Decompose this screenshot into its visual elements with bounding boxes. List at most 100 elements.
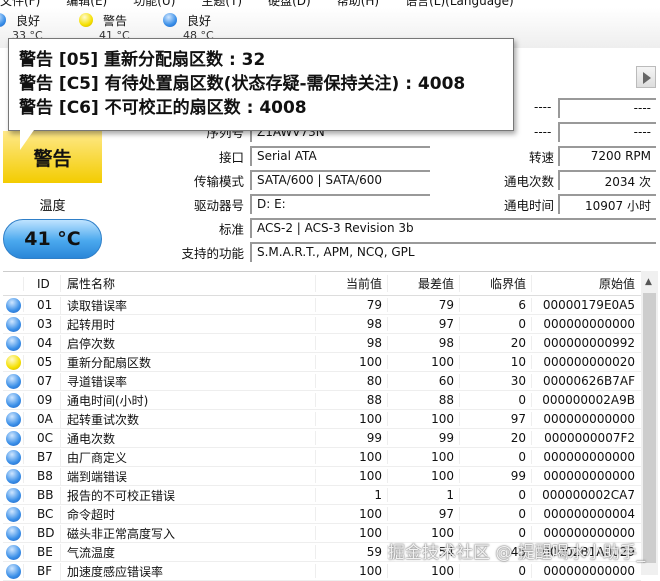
temperature-badge: 41 °C [3, 219, 102, 259]
menu-language[interactable]: 语言(L)(Language) [405, 0, 514, 8]
drive-status: 警告 [103, 14, 128, 28]
status-dot-icon [0, 13, 6, 27]
status-dot-icon [3, 335, 23, 351]
cell-worst: 100 [387, 355, 459, 369]
cell-thr: 6 [459, 298, 531, 312]
cell-thr: 0 [459, 564, 531, 578]
cell-id: 0A [23, 412, 60, 426]
features-value: S.M.A.R.T., APM, NCQ, GPL [250, 242, 656, 262]
cell-id: 09 [23, 393, 60, 407]
table-scrollbar[interactable]: ▲ [641, 271, 658, 575]
power-count-value: 2034 次 [558, 170, 656, 190]
cell-cur: 99 [315, 431, 387, 445]
cell-worst: 100 [387, 450, 459, 464]
cell-thr: 0 [459, 507, 531, 521]
cell-name: 起转用时 [60, 315, 315, 333]
cell-thr: 0 [459, 393, 531, 407]
cell-id: B7 [23, 450, 60, 464]
header-worst[interactable]: 最差值 [387, 275, 459, 292]
table-row[interactable]: 01 读取错误率 79 79 6 00000179E0A5 [3, 296, 641, 315]
cell-id: BB [23, 488, 60, 502]
header-threshold[interactable]: 临界值 [459, 275, 531, 292]
temperature-label: 温度 [39, 199, 66, 214]
standard-label: 标准 [218, 222, 244, 237]
status-dot-icon [3, 487, 23, 503]
cell-id: BE [23, 545, 60, 559]
cell-worst: 1 [387, 488, 459, 502]
cell-cur: 100 [315, 507, 387, 521]
status-dot-icon [3, 563, 23, 579]
table-row[interactable]: 05 重新分配扇区数 100 100 10 000000000020 [3, 353, 641, 372]
cell-thr: 0 [459, 450, 531, 464]
table-row[interactable]: BF 加速度感应错误率 100 100 0 000000000000 [3, 562, 641, 581]
cell-name: 寻道错误率 [60, 372, 315, 390]
cell-id: 04 [23, 336, 60, 350]
cell-worst: 100 [387, 564, 459, 578]
cell-thr: 20 [459, 336, 531, 350]
menu-function[interactable]: 功能(U) [133, 0, 175, 8]
table-row[interactable]: BC 命令超时 100 97 0 000000000004 [3, 505, 641, 524]
cell-id: BC [23, 507, 60, 521]
cell-id: 07 [23, 374, 60, 388]
cell-worst: 88 [387, 393, 459, 407]
cell-id: 01 [23, 298, 60, 312]
cell-name: 由厂商定义 [60, 448, 315, 466]
cell-id: BD [23, 526, 60, 540]
tooltip-tail [20, 130, 34, 150]
header-id[interactable]: ID [23, 276, 60, 291]
status-dot-icon [3, 316, 23, 332]
table-row[interactable]: 0C 通电次数 99 99 20 0000000007F2 [3, 429, 641, 448]
transfer-label: 传输模式 [193, 174, 244, 189]
cell-cur: 59 [315, 545, 387, 559]
header-raw[interactable]: 原始值 [531, 275, 641, 292]
cell-name: 起转重试次数 [60, 410, 315, 428]
cell-name: 重新分配扇区数 [60, 353, 315, 371]
status-dot-icon [79, 13, 93, 27]
cell-worst: 60 [387, 374, 459, 388]
cell-raw: 0000000007F2 [531, 431, 641, 445]
table-row[interactable]: B7 由厂商定义 100 100 0 000000000000 [3, 448, 641, 467]
menu-edit[interactable]: 编辑(E) [66, 0, 107, 8]
scroll-up-icon[interactable]: ▲ [645, 277, 652, 287]
cell-cur: 80 [315, 374, 387, 388]
cell-cur: 100 [315, 564, 387, 578]
menu-theme[interactable]: 主题(T) [201, 0, 242, 8]
cell-id: 05 [23, 355, 60, 369]
header-name[interactable]: 属性名称 [60, 275, 315, 292]
status-dot-icon [3, 354, 23, 370]
table-row[interactable]: 09 通电时间(小时) 88 88 0 000000002A9B [3, 391, 641, 410]
cell-name: 气流温度 [60, 543, 315, 561]
menu-disk[interactable]: 硬盘(D) [268, 0, 311, 8]
table-row[interactable]: BB 报告的不可校正错误 1 1 0 000000002CA7 [3, 486, 641, 505]
cell-id: 03 [23, 317, 60, 331]
scroll-thumb[interactable] [643, 293, 656, 563]
cell-cur: 98 [315, 336, 387, 350]
menu-file[interactable]: 文件(F) [0, 0, 40, 8]
cell-thr: 30 [459, 374, 531, 388]
cell-worst: 79 [387, 298, 459, 312]
cell-worst: 97 [387, 317, 459, 331]
status-dot-icon [3, 392, 23, 408]
cell-name: 通电时间(小时) [60, 391, 315, 409]
drive-letter-value: D: E: [250, 194, 430, 214]
table-row[interactable]: 04 启停次数 98 98 20 000000000992 [3, 334, 641, 353]
table-row[interactable]: B8 端到端错误 100 100 99 000000000000 [3, 467, 641, 486]
cell-raw: 000000000000 [531, 564, 641, 578]
cell-worst: 97 [387, 507, 459, 521]
table-header: ID 属性名称 当前值 最差值 临界值 原始值 [3, 272, 641, 296]
table-row[interactable]: 07 寻道错误率 80 60 30 00000626B7AF [3, 372, 641, 391]
unknown-label-1: ---- [534, 100, 552, 114]
cell-thr: 10 [459, 355, 531, 369]
cell-cur: 100 [315, 450, 387, 464]
menu-help[interactable]: 帮助(H) [337, 0, 379, 8]
table-row[interactable]: 0A 起转重试次数 100 100 97 000000000000 [3, 410, 641, 429]
cell-name: 命令超时 [60, 505, 315, 523]
next-drive-button[interactable] [636, 66, 656, 88]
table-row[interactable]: 03 起转用时 98 97 0 000000000000 [3, 315, 641, 334]
header-current[interactable]: 当前值 [315, 275, 387, 292]
cell-thr: 97 [459, 412, 531, 426]
health-status-button[interactable]: 警告 [3, 131, 102, 183]
cell-worst: 99 [387, 431, 459, 445]
features-label: 支持的功能 [181, 246, 244, 261]
cell-cur: 98 [315, 317, 387, 331]
